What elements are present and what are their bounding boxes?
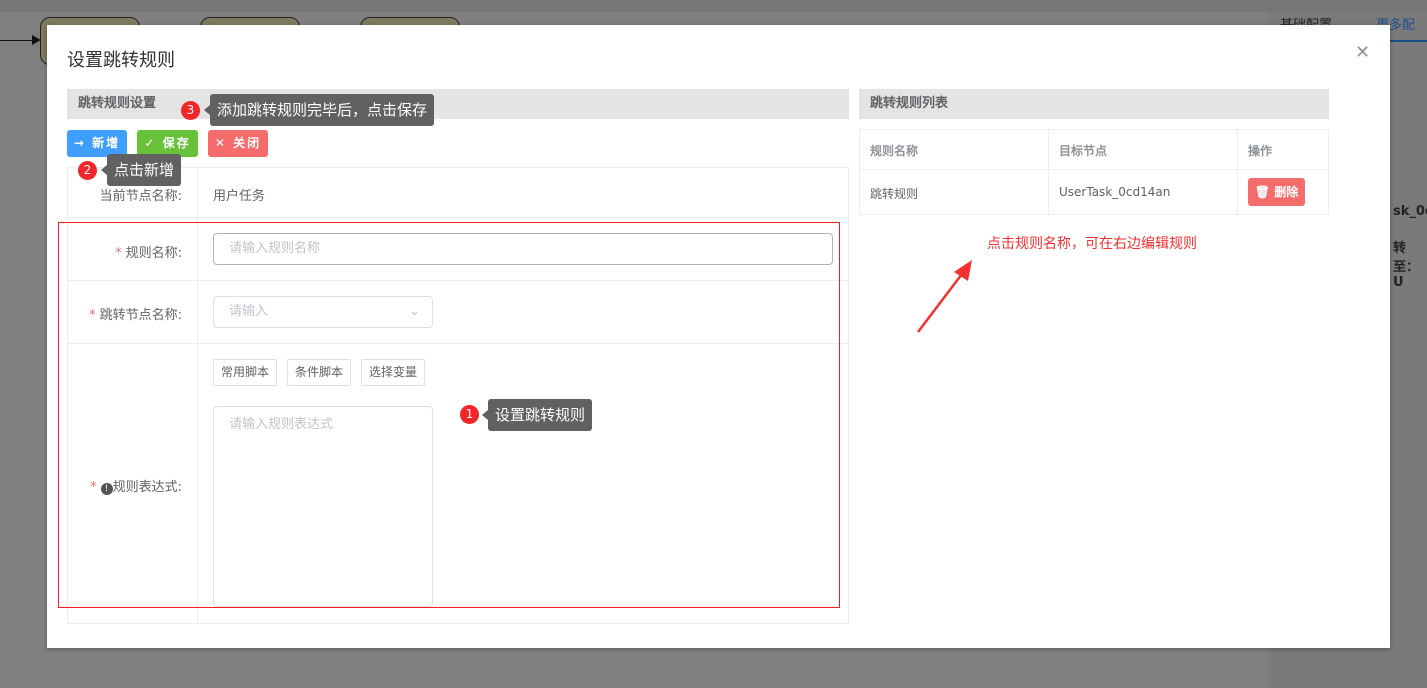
annotation-note: 点击规则名称，可在右边编辑规则 bbox=[987, 236, 1197, 252]
step-1-tooltip: 设置跳转规则 bbox=[481, 399, 593, 431]
flow-edge bbox=[0, 40, 34, 41]
step-2-tooltip: 点击新增 bbox=[100, 154, 182, 186]
current-node-label: 当前节点名称: bbox=[99, 189, 182, 204]
x-icon: ✕ bbox=[214, 136, 227, 150]
rule-name-link[interactable]: 跳转规则 bbox=[870, 185, 918, 202]
arrow-right-icon: → bbox=[73, 136, 86, 150]
check-icon: ✓ bbox=[144, 136, 157, 150]
step-3-tooltip: 添加跳转规则完毕后，点击保存 bbox=[203, 94, 435, 126]
step-badge: 2 bbox=[78, 161, 97, 180]
bg-text: sk_0c bbox=[1393, 204, 1427, 219]
highlight-box bbox=[58, 222, 840, 608]
column-header: 操作 bbox=[1248, 144, 1273, 158]
trash-icon: 🗑 bbox=[1254, 185, 1271, 199]
close-button[interactable]: ✕ 关闭 bbox=[208, 130, 268, 157]
column-header: 规则名称 bbox=[870, 144, 919, 158]
step-badge: 3 bbox=[181, 101, 200, 120]
delete-button[interactable]: 🗑 删除 bbox=[1248, 178, 1305, 206]
dialog-title: 设置跳转规则 bbox=[67, 50, 175, 71]
bg-text: 转至：U bbox=[1393, 241, 1420, 290]
save-button[interactable]: ✓ 保存 bbox=[137, 130, 198, 157]
target-node-cell: UserTask_0cd14an bbox=[1059, 185, 1171, 199]
step-badge: 1 bbox=[460, 405, 479, 424]
annotation-arrow-icon bbox=[917, 260, 972, 333]
add-button[interactable]: → 新增 bbox=[67, 130, 127, 157]
column-header: 目标节点 bbox=[1059, 144, 1108, 158]
rule-list-header: 跳转规则列表 bbox=[859, 89, 1329, 119]
current-node-value: 用户任务 bbox=[213, 189, 266, 204]
close-icon[interactable]: ✕ bbox=[1355, 42, 1370, 63]
